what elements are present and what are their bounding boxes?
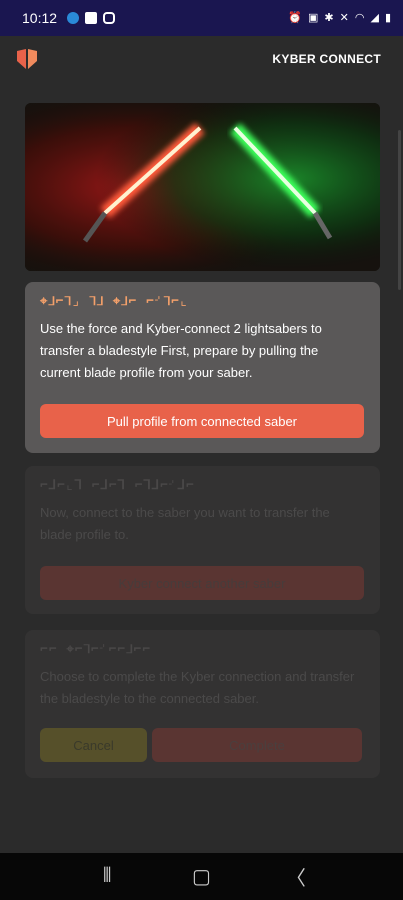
instagram-icon [103, 12, 116, 24]
bluetooth-icon: ✱ [324, 11, 334, 24]
complete-button[interactable]: Complete [152, 728, 362, 762]
step-aurebesh-title: ⌐⅃⌐⌞⅂ ⌐⅃⌐⅂ ⌐⅂⅃⌐⌏⅃⌐ [40, 478, 195, 493]
step-card-pull-profile: ⌖⅃⌐⅂⌟ ⅂⅃ ⌖⅃⌐ ⌐⌏⅂⌐⌞ Use the force and Kyb… [25, 282, 380, 453]
step-aurebesh-title: ⌖⅃⌐⅂⌟ ⅂⅃ ⌖⅃⌐ ⌐⌏⅂⌐⌞ [40, 294, 189, 309]
kyber-logo-icon[interactable] [14, 46, 40, 72]
step-description: Use the force and Kyber-connect 2 lights… [40, 321, 322, 380]
photo-icon [85, 12, 98, 24]
cancel-button[interactable]: Cancel [40, 728, 147, 762]
wifi-icon: ◠ [354, 11, 365, 24]
step-card-connect-saber: ⌐⅃⌐⌞⅂ ⌐⅃⌐⅂ ⌐⅂⅃⌐⌏⅃⌐ Now, connect to the s… [25, 466, 380, 614]
scrollbar[interactable] [398, 130, 401, 290]
status-bar: 10:12 ⏰ ▣ ✱ ✕ ◠ ◢ ▮ [0, 0, 403, 36]
system-nav-bar: ⦀ ▢ 〈 [0, 853, 403, 900]
signal-icon: ◢ [370, 11, 379, 24]
step-aurebesh-title: ⌐⌐ ⌖⌐⅂⌐⌏⌐⌐⅃⌐⌐ [40, 642, 152, 657]
status-time: 10:12 [22, 10, 58, 26]
home-icon[interactable]: ▢ [186, 864, 216, 889]
hero-image [25, 103, 380, 271]
step-description: Now, connect to the saber you want to tr… [40, 505, 330, 542]
kyber-connect-button[interactable]: Kyber connect another saber [40, 566, 364, 600]
battery-icon: ▮ [384, 11, 391, 24]
nfc-icon: ▣ [308, 11, 319, 24]
app-bar: KYBER CONNECT [0, 36, 403, 82]
alarm-icon: ⏰ [288, 11, 303, 24]
app-title: KYBER CONNECT [272, 52, 381, 66]
step-card-complete: ⌐⌐ ⌖⌐⅂⌐⌏⌐⌐⅃⌐⌐ Choose to complete the Kyb… [25, 630, 380, 778]
step-description: Choose to complete the Kyber connection … [40, 669, 355, 706]
back-icon[interactable]: 〈 [281, 862, 311, 891]
recents-icon[interactable]: ⦀ [92, 865, 122, 888]
pull-profile-button[interactable]: Pull profile from connected saber [40, 404, 364, 438]
mute-icon: ✕ [339, 11, 349, 24]
skype-icon [67, 12, 80, 24]
